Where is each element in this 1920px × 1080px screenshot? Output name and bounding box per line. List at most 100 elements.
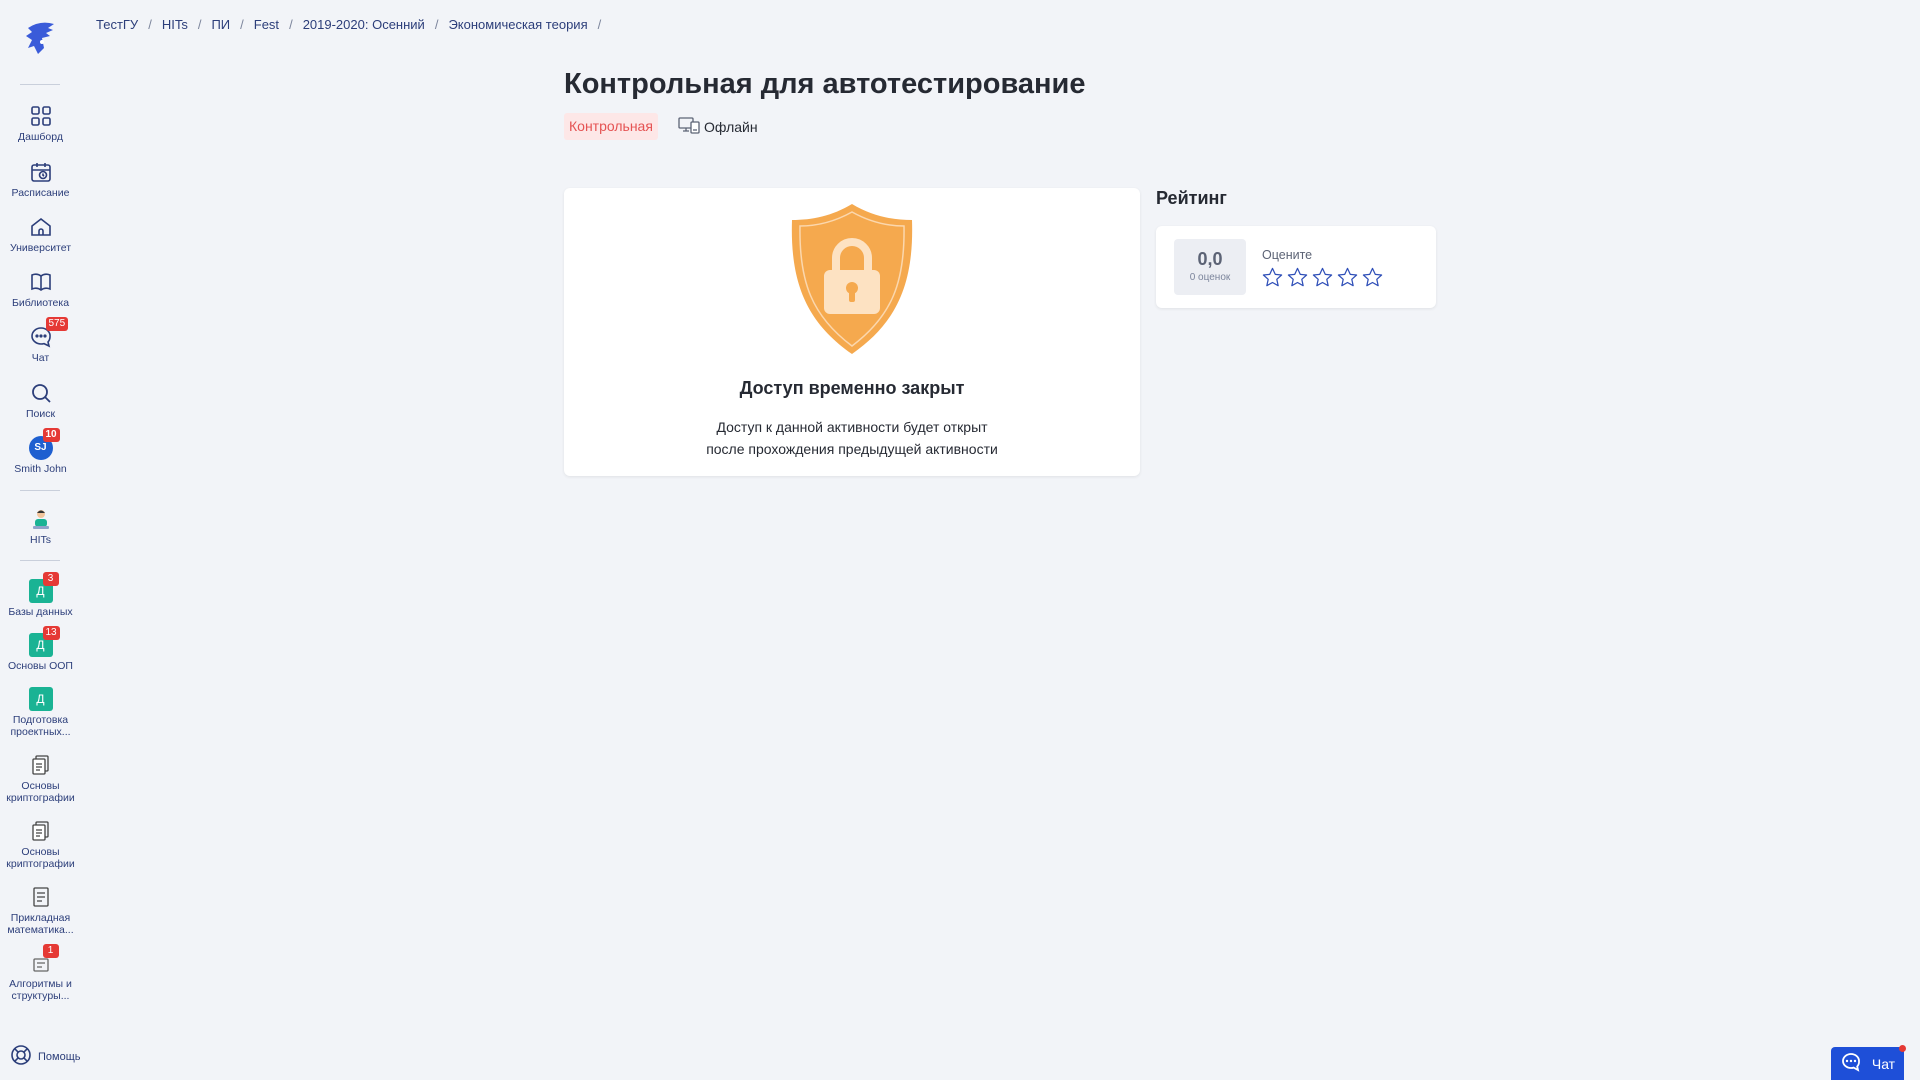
sidebar-item-university[interactable]: Университет — [0, 215, 81, 254]
sidebar-item-dashboard[interactable]: Дашборд — [0, 104, 81, 143]
sidebar-divider — [20, 490, 60, 491]
sidebar-item-label: Поиск — [25, 408, 56, 420]
book-icon — [29, 270, 53, 294]
rating-star-4[interactable] — [1336, 266, 1359, 289]
course-letter: Д — [36, 692, 45, 706]
access-locked-line: после прохождения предыдущей активности — [706, 441, 998, 457]
document-icon: 1 — [29, 944, 59, 975]
avatar: SJ 10 — [28, 428, 60, 460]
sidebar-item-group[interactable]: HITs — [0, 507, 81, 546]
breadcrumb-item[interactable]: ПИ — [211, 17, 230, 32]
breadcrumb-item[interactable]: Экономическая теория — [448, 17, 587, 32]
sidebar-item-label: Алгоритмы и структуры... — [9, 978, 72, 1002]
rate-label: Оцените — [1262, 248, 1313, 262]
chat-unread-dot — [1899, 1045, 1906, 1052]
breadcrumb-separator: / — [240, 17, 244, 32]
breadcrumb-separator: / — [289, 17, 293, 32]
locked-shield-icon — [791, 204, 913, 354]
activity-mode-label: Офлайн — [704, 118, 758, 135]
breadcrumb-separator: / — [197, 17, 202, 32]
sidebar-item-search[interactable]: Поиск — [0, 381, 81, 420]
chat-bubble-icon — [1840, 1051, 1862, 1076]
sidebar-item-library[interactable]: Библиотека — [0, 270, 81, 309]
page-title: Контрольная для автотестирование — [564, 68, 1086, 100]
sidebar-course-crypto-1[interactable]: Основы криптографии — [0, 753, 81, 804]
access-locked-text: Доступ к данной активности будет открыт … — [564, 416, 1140, 460]
sidebar-item-label: Smith John — [14, 463, 67, 475]
sidebar-item-schedule[interactable]: Расписание — [0, 160, 81, 199]
breadcrumb-item[interactable]: ТестГУ — [96, 17, 138, 32]
document-icon — [29, 885, 53, 909]
rating-count: 0 оценок — [1189, 272, 1231, 283]
sidebar-item-label: Чат — [31, 352, 50, 364]
rating-star-1[interactable] — [1261, 266, 1284, 289]
sidebar-divider — [20, 560, 60, 561]
rating-star-5[interactable] — [1361, 266, 1384, 289]
help-label: Помощь — [38, 1050, 81, 1063]
sidebar-item-label: HITs — [30, 534, 51, 546]
unread-badge: 575 — [45, 317, 69, 331]
course-badge: 3 — [42, 572, 59, 586]
chat-icon: 575 — [29, 317, 69, 349]
rating-star-2[interactable] — [1286, 266, 1309, 289]
chat-button[interactable]: Чат — [1831, 1045, 1906, 1080]
sidebar-item-label: Расписание — [11, 187, 70, 199]
sidebar-course-projects[interactable]: Д Подготовка проектных... — [0, 687, 81, 738]
sidebar-item-chat[interactable]: 575 Чат — [0, 317, 81, 364]
breadcrumb-item[interactable]: Fest — [254, 17, 279, 32]
access-locked-title: Доступ временно закрыт — [739, 378, 965, 398]
sidebar: Дашборд Расписание Университет Библиотек… — [0, 0, 81, 1080]
course-letter: Д — [36, 638, 45, 652]
rating-stars — [1261, 266, 1384, 289]
sidebar-course-applied-math[interactable]: Прикладная математика... — [0, 885, 81, 936]
offline-icon — [678, 116, 700, 137]
course-badge: 1 — [42, 944, 59, 958]
course-letter: Д — [36, 584, 45, 598]
access-locked-card: Доступ временно закрыт Доступ к данной а… — [564, 188, 1140, 476]
chat-button-label: Чат — [1871, 1055, 1896, 1072]
avatar-initials: SJ — [34, 442, 47, 453]
sidebar-item-profile[interactable]: SJ 10 Smith John — [0, 428, 81, 475]
rating-score-box: 0,0 0 оценок — [1174, 239, 1246, 295]
sidebar-item-label: Основы криптографии — [6, 846, 75, 870]
breadcrumb-separator: / — [148, 17, 152, 32]
logo-icon[interactable] — [20, 18, 60, 58]
sidebar-item-label: Основы ООП — [8, 660, 73, 672]
rating-card: 0,0 0 оценок Оцените — [1156, 226, 1436, 308]
sidebar-item-label: Дашборд — [18, 131, 63, 143]
activity-type-tag: Контрольная — [564, 113, 658, 140]
document-icon — [29, 753, 53, 777]
group-mascot-icon — [29, 507, 53, 531]
rating-score: 0,0 — [1197, 249, 1223, 269]
calendar-icon — [29, 160, 53, 184]
course-letter-icon: Д — [28, 687, 53, 711]
university-icon — [29, 215, 53, 239]
sidebar-course-algorithms[interactable]: 1 Алгоритмы и структуры... — [0, 944, 81, 1002]
activity-mode-tag: Офлайн — [678, 116, 758, 137]
sidebar-item-label: Основы криптографии — [6, 780, 75, 804]
dashboard-icon — [29, 104, 53, 128]
sidebar-course-crypto-2[interactable]: Основы криптографии — [0, 819, 81, 870]
sidebar-item-label: Подготовка проектных... — [10, 714, 71, 738]
notification-badge: 10 — [42, 428, 60, 442]
sidebar-item-label: Прикладная математика... — [7, 912, 74, 936]
course-badge: 13 — [42, 626, 60, 640]
course-letter-icon: Д 13 — [28, 626, 60, 657]
breadcrumb-item[interactable]: 2019-2020: Осенний — [303, 17, 425, 32]
sidebar-item-label: Библиотека — [11, 297, 70, 309]
document-icon — [29, 819, 53, 843]
breadcrumb-separator: / — [597, 17, 602, 32]
search-icon — [29, 381, 53, 405]
help-link[interactable]: Помощь — [10, 1044, 81, 1069]
sidebar-divider — [20, 84, 60, 85]
lifebuoy-icon — [10, 1044, 32, 1069]
breadcrumb-item[interactable]: HITs — [162, 17, 188, 32]
course-letter-icon: Д 3 — [28, 572, 59, 603]
breadcrumb: ТестГУ / HITs / ПИ / Fest / 2019-2020: Осенн… — [96, 17, 611, 32]
breadcrumb-separator: / — [434, 17, 439, 32]
sidebar-item-label: Базы данных — [8, 606, 73, 618]
rating-star-3[interactable] — [1311, 266, 1334, 289]
sidebar-course-databases[interactable]: Д 3 Базы данных — [0, 572, 81, 618]
sidebar-item-label: Университет — [9, 242, 72, 254]
sidebar-course-oop[interactable]: Д 13 Основы ООП — [0, 626, 81, 672]
